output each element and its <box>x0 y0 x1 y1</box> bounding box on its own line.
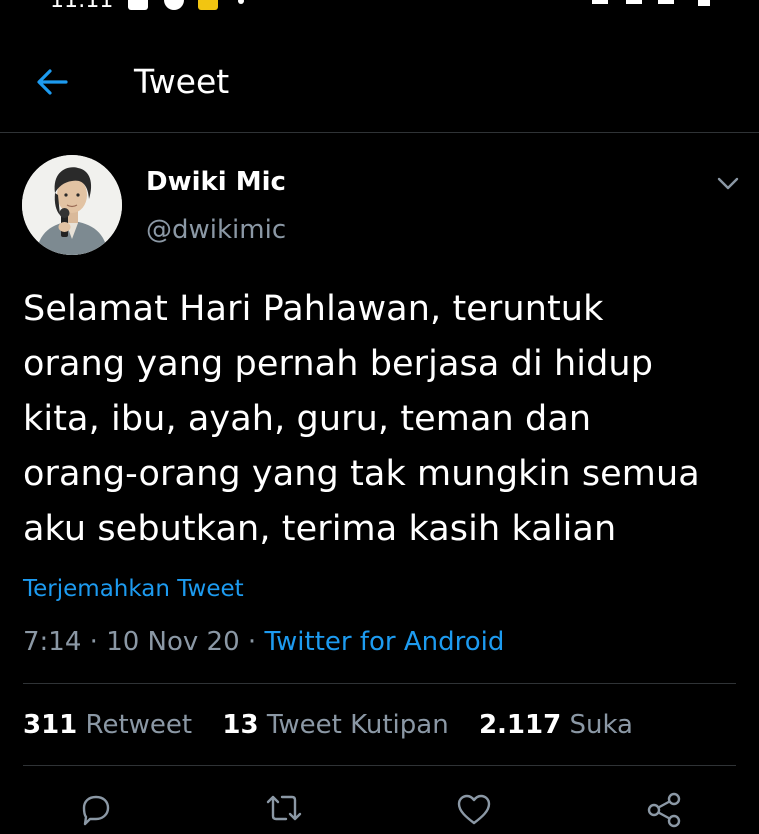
chevron-down-icon <box>717 177 739 190</box>
retweets-count: 311 <box>23 710 78 740</box>
heart-icon <box>457 794 491 825</box>
likes-stat[interactable]: 2.117 Suka <box>479 708 633 742</box>
quotes-stat[interactable]: 13 Tweet Kutipan <box>222 708 448 742</box>
status-time: 11:11 <box>50 0 114 13</box>
avatar-illustration <box>22 155 122 255</box>
page-title: Tweet <box>134 62 230 101</box>
back-button[interactable] <box>30 62 74 102</box>
top-app-bar: Tweet <box>0 48 759 133</box>
tweet-time: 7:14 <box>23 627 82 657</box>
retweet-icon <box>266 795 302 821</box>
reply-icon <box>82 795 110 826</box>
share-button[interactable] <box>644 790 684 830</box>
translate-tweet-link[interactable]: Terjemahkan Tweet <box>23 574 244 604</box>
quotes-label: Tweet Kutipan <box>266 710 449 740</box>
tweet-actions-bar <box>0 790 759 830</box>
share-icon <box>647 792 681 828</box>
more-notifications-icon <box>238 0 244 4</box>
quotes-count: 13 <box>222 710 259 740</box>
like-button[interactable] <box>454 790 494 830</box>
meta-separator-2: · <box>247 627 257 657</box>
author-name[interactable]: Dwiki Mic <box>146 166 286 198</box>
gallery-icon <box>128 0 148 10</box>
retweet-button[interactable] <box>262 790 302 830</box>
airplane-icon <box>658 0 674 4</box>
likes-label: Suka <box>569 710 633 740</box>
more-options-button[interactable] <box>714 172 742 194</box>
divider-2 <box>23 765 736 766</box>
divider <box>23 683 736 684</box>
app-icon <box>164 0 184 10</box>
author-handle[interactable]: @dwikimic <box>146 214 286 246</box>
reply-button[interactable] <box>76 790 116 830</box>
likes-count: 2.117 <box>478 710 562 740</box>
tweet-stats: 311 Retweet 13 Tweet Kutipan 2.117 Suka <box>23 708 655 742</box>
tweet-source-link[interactable]: Twitter for Android <box>264 627 504 657</box>
tweet-date: 10 Nov 20 <box>106 627 240 657</box>
retweets-label: Retweet <box>85 710 193 740</box>
retweets-stat[interactable]: 311 Retweet <box>23 708 192 742</box>
mute-icon <box>592 0 608 4</box>
tweet-metadata: 7:14 · 10 Nov 20 · Twitter for Android <box>23 625 504 659</box>
status-bar: 11:11 <box>0 0 759 14</box>
avatar[interactable] <box>22 155 122 255</box>
battery-icon <box>698 0 710 6</box>
wifi-icon <box>626 0 642 4</box>
tweet-text: Selamat Hari Pahlawan, teruntuk orang ya… <box>23 289 700 549</box>
arrow-left-icon <box>37 69 68 95</box>
meta-separator: · <box>89 627 98 657</box>
notification-icon <box>198 0 218 10</box>
